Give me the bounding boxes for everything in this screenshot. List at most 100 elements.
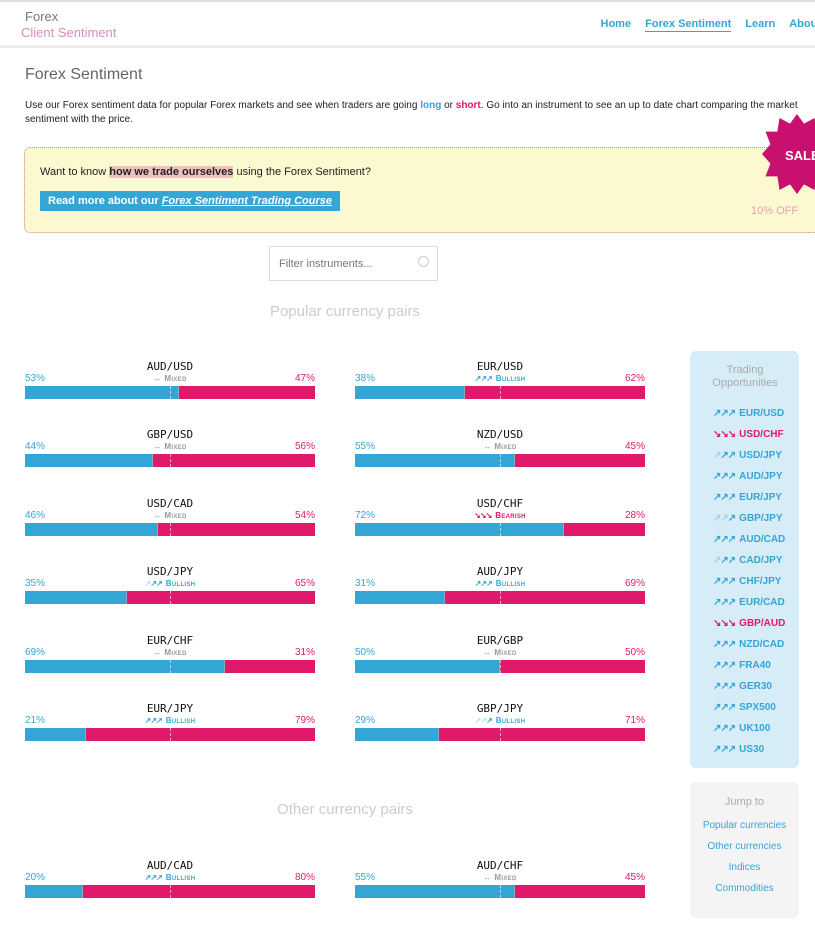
- nav-learn[interactable]: Learn: [745, 18, 775, 32]
- sentiment-text: Bullish: [165, 716, 196, 725]
- bullish-arrows-icon: ↗↗↗: [474, 716, 493, 725]
- logo-line1[interactable]: Forex: [25, 9, 58, 24]
- long-fill: [25, 386, 179, 399]
- opportunity-item[interactable]: ↘↘↘ USD/CHF: [713, 424, 799, 445]
- nav-forex-sentiment[interactable]: Forex Sentiment: [645, 18, 732, 32]
- nav-home[interactable]: Home: [601, 18, 632, 32]
- pair-name[interactable]: USD/CHF: [355, 497, 645, 510]
- opportunity-item[interactable]: ↗↗↗ EUR/JPY: [713, 487, 799, 508]
- opportunity-name: EUR/JPY: [739, 492, 782, 503]
- pair-card[interactable]: AUD/JPY 31% ↗↗↗ Bullish 69%: [355, 565, 645, 605]
- pair-card[interactable]: EUR/CHF 69% ↔ Mixed 31%: [25, 634, 315, 674]
- promo-highlight: how we trade ourselves: [109, 166, 234, 178]
- nav-about[interactable]: About: [789, 18, 815, 32]
- pair-name[interactable]: EUR/GBP: [355, 634, 645, 647]
- pair-card[interactable]: USD/CHF 72% ↘↘↘ Bearish 28%: [355, 497, 645, 537]
- pair-name[interactable]: EUR/CHF: [25, 634, 315, 647]
- pair-name[interactable]: AUD/JPY: [355, 565, 645, 578]
- jump-popular[interactable]: Popular currencies: [690, 820, 799, 841]
- bearish-arrows-icon: ↘↘↘: [713, 618, 736, 629]
- filter-input[interactable]: Filter instruments...: [269, 246, 438, 281]
- short-percent: 50%: [624, 646, 645, 658]
- bullish-arrows-icon: ↗↗↗: [713, 639, 736, 650]
- opportunity-name: EUR/CAD: [739, 597, 785, 608]
- pair-card[interactable]: USD/CAD 46% ↔ Mixed 54%: [25, 497, 315, 537]
- opportunity-item[interactable]: ↗↗↗ AUD/CAD: [713, 529, 799, 550]
- pair-card[interactable]: USD/JPY 35% ↗↗↗ Bullish 65%: [25, 565, 315, 605]
- opportunity-name: CHF/JPY: [739, 576, 782, 587]
- promo-question: Want to know how we trade ourselves usin…: [40, 166, 371, 178]
- pair-card[interactable]: NZD/USD 55% ↔ Mixed 45%: [355, 428, 645, 468]
- opportunity-item[interactable]: ↗↗↗ FRA40: [713, 655, 799, 676]
- jump-other[interactable]: Other currencies: [690, 841, 799, 862]
- course-link[interactable]: Forex Sentiment Trading Course: [162, 195, 332, 207]
- jump-commodities[interactable]: Commodities: [690, 883, 799, 904]
- discount-label: 10% OFF: [751, 205, 799, 217]
- jump-indices[interactable]: Indices: [690, 862, 799, 883]
- pair-name[interactable]: USD/CAD: [25, 497, 315, 510]
- pair-name[interactable]: EUR/JPY: [25, 702, 315, 715]
- sentiment-label: ↔ Mixed: [355, 873, 645, 882]
- opportunity-name: AUD/JPY: [739, 471, 783, 482]
- pair-card[interactable]: EUR/USD 38% ↗↗↗ Bullish 62%: [355, 360, 645, 400]
- bullish-arrows-icon: ↗↗↗: [713, 702, 736, 713]
- pair-card[interactable]: AUD/USD 53% ↔ Mixed 47%: [25, 360, 315, 400]
- opportunity-item[interactable]: ↗↗↗ EUR/USD: [713, 403, 799, 424]
- opportunity-name: GBP/JPY: [739, 513, 783, 524]
- opportunity-item[interactable]: ↗↗↗ CHF/JPY: [713, 571, 799, 592]
- opportunity-item[interactable]: ↗↗↗ SPX500: [713, 697, 799, 718]
- pair-name[interactable]: AUD/CHF: [355, 859, 645, 872]
- pair-name[interactable]: EUR/USD: [355, 360, 645, 373]
- pair-card[interactable]: EUR/GBP 50% ↔ Mixed 50%: [355, 634, 645, 674]
- opportunity-item[interactable]: ↗↗↗ NZD/CAD: [713, 634, 799, 655]
- pair-name[interactable]: GBP/JPY: [355, 702, 645, 715]
- pair-card[interactable]: GBP/JPY 29% ↗↗↗ Bullish 71%: [355, 702, 645, 742]
- opportunity-item[interactable]: ↗↗↗ CAD/JPY: [713, 550, 799, 571]
- pair-card[interactable]: EUR/JPY 21% ↗↗↗ Bullish 79%: [25, 702, 315, 742]
- pair-card[interactable]: AUD/CHF 55% ↔ Mixed 45%: [355, 859, 645, 899]
- sentiment-bar: [355, 728, 645, 741]
- opportunity-item[interactable]: ↗↗↗ AUD/JPY: [713, 466, 799, 487]
- intro-text: Use our Forex sentiment data for popular…: [25, 99, 815, 127]
- bullish-arrows-icon: ↗↗↗: [713, 471, 736, 482]
- sentiment-label: ↘↘↘ Bearish: [355, 511, 645, 520]
- opportunity-item[interactable]: ↗↗↗ GER30: [713, 676, 799, 697]
- short-value: 65: [294, 578, 307, 590]
- pair-name[interactable]: AUD/CAD: [25, 859, 315, 872]
- long-fill: [25, 659, 226, 673]
- pair-name[interactable]: AUD/USD: [25, 360, 315, 373]
- pair-name[interactable]: GBP/USD: [25, 428, 315, 441]
- course-button[interactable]: Read more about our Forex Sentiment Trad…: [40, 191, 341, 211]
- opportunity-name: EUR/USD: [739, 408, 785, 419]
- short-value: 50: [624, 646, 637, 658]
- long-fill: [25, 885, 83, 898]
- sentiment-text: Mixed: [494, 647, 517, 657]
- sentiment-text: Bullish: [165, 873, 196, 882]
- center-line: [170, 386, 171, 399]
- opportunity-item[interactable]: ↗↗↗ US30: [713, 739, 799, 760]
- opportunity-item[interactable]: ↗↗↗ UK100: [713, 718, 799, 739]
- long-fill: [355, 386, 466, 399]
- sentiment-text: Mixed: [164, 510, 187, 520]
- mixed-arrows-icon: ↔: [153, 442, 161, 452]
- pair-name[interactable]: USD/JPY: [25, 565, 315, 578]
- pair-card[interactable]: GBP/USD 44% ↔ Mixed 56%: [25, 428, 315, 468]
- opportunity-item[interactable]: ↗↗↗ USD/JPY: [713, 445, 799, 466]
- mixed-arrows-icon: ↔: [483, 647, 491, 657]
- search-icon[interactable]: [418, 256, 429, 267]
- opportunity-item[interactable]: ↗↗↗ GBP/JPY: [713, 508, 799, 529]
- pair-card[interactable]: AUD/CAD 20% ↗↗↗ Bullish 80%: [25, 859, 315, 899]
- opportunity-item[interactable]: ↗↗↗ EUR/CAD: [713, 592, 799, 613]
- pair-name[interactable]: NZD/USD: [355, 428, 645, 441]
- opportunity-item[interactable]: ↘↘↘ GBP/AUD: [713, 613, 799, 634]
- bullish-arrows-icon: ↗↗↗: [474, 579, 493, 589]
- short-percent: 28%: [624, 509, 645, 521]
- promo-text: Want to know: [40, 166, 110, 178]
- mixed-arrows-icon: ↔: [483, 442, 491, 452]
- center-line: [500, 591, 501, 605]
- opportunities-title: Trading Opportunities: [712, 364, 778, 389]
- sentiment-text: Bullish: [495, 374, 526, 383]
- logo-line2[interactable]: Client Sentiment: [21, 25, 116, 40]
- opportunities-list: ↗↗↗ EUR/USD ↘↘↘ USD/CHF ↗↗↗ USD/JPY ↗↗↗ AUD/JPY…: [690, 403, 799, 760]
- short-percent: 31%: [294, 646, 315, 658]
